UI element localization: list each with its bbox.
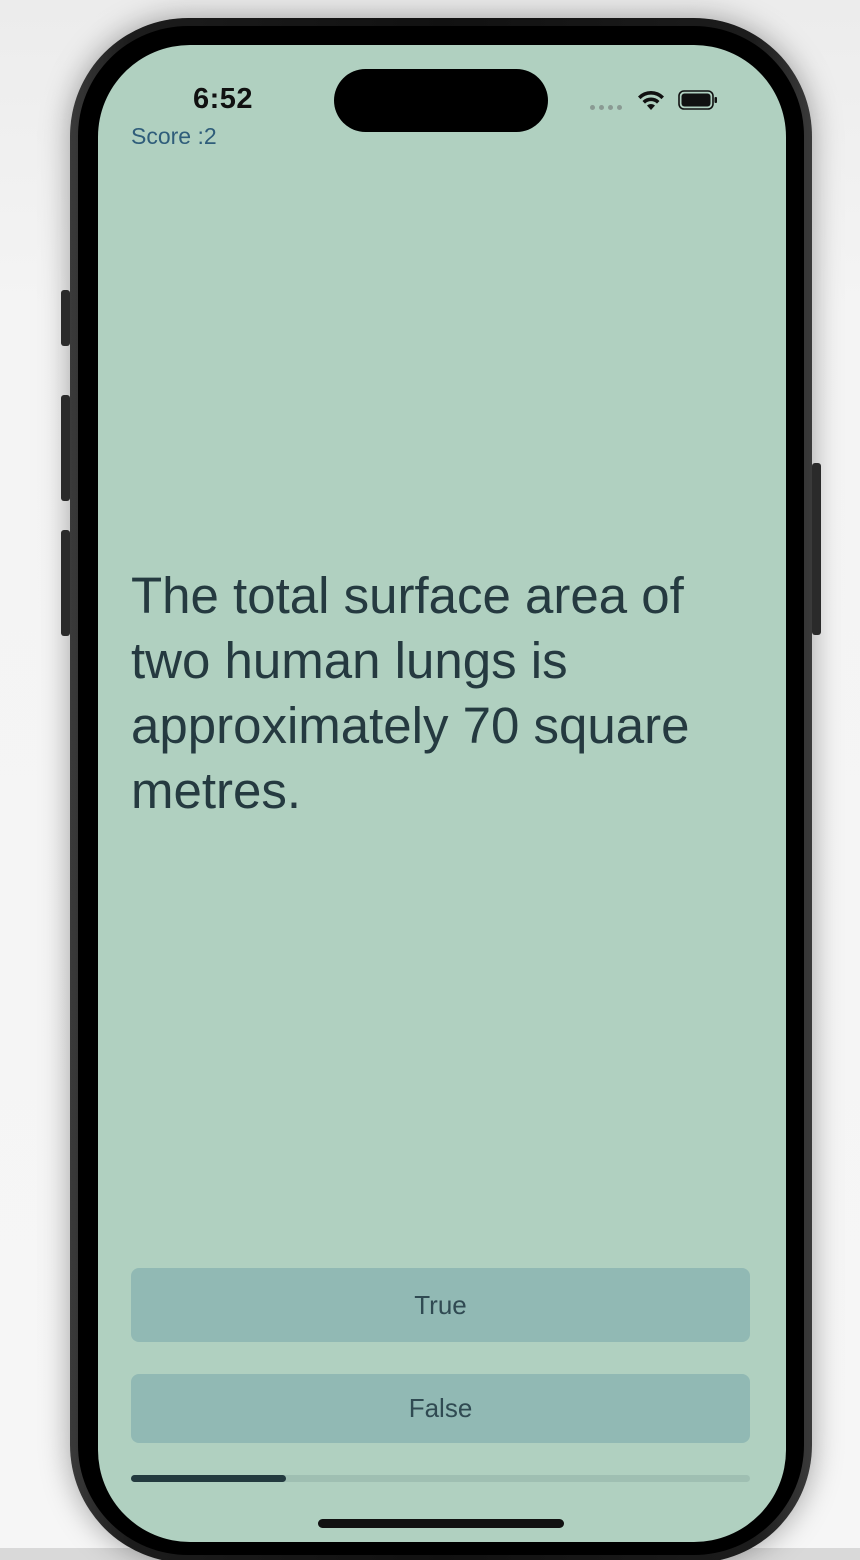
dynamic-island bbox=[334, 69, 548, 132]
quiz-progress-bar bbox=[131, 1475, 750, 1482]
wifi-icon bbox=[638, 90, 664, 110]
question-text: The total surface area of two human lung… bbox=[131, 567, 690, 819]
power-button bbox=[812, 463, 821, 635]
battery-icon bbox=[678, 90, 717, 110]
simulator-stage: 6:52 Score :2 The total surface area of … bbox=[0, 0, 860, 1560]
score-label: Score :2 bbox=[131, 123, 217, 149]
action-button bbox=[61, 290, 70, 346]
volume-up-button bbox=[61, 395, 70, 501]
status-time: 6:52 bbox=[193, 83, 254, 115]
quiz-progress-fill bbox=[131, 1475, 286, 1482]
false-button[interactable]: False bbox=[131, 1374, 750, 1443]
volume-down-button bbox=[61, 530, 70, 636]
cellular-signal-icon bbox=[590, 105, 622, 110]
app-screen: 6:52 Score :2 The total surface area of … bbox=[98, 45, 786, 1542]
true-button[interactable]: True bbox=[131, 1268, 750, 1342]
home-indicator[interactable] bbox=[318, 1519, 564, 1528]
